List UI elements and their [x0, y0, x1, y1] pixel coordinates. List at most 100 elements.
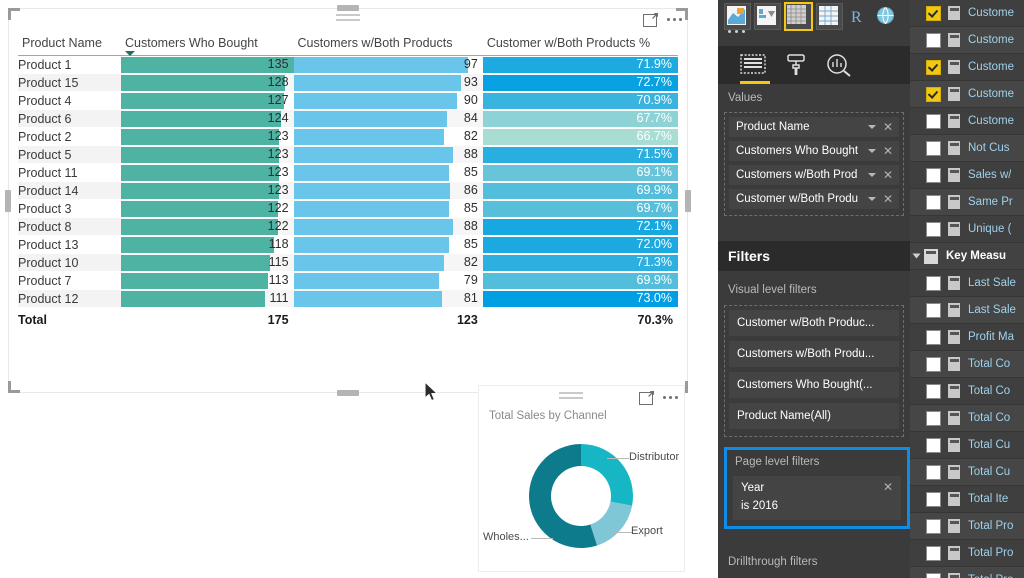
format-tab[interactable]: [782, 52, 816, 82]
field-checkbox[interactable]: [926, 437, 941, 453]
waterfall-chart-icon[interactable]: [754, 3, 781, 30]
field-row[interactable]: Total Co: [910, 378, 1024, 405]
field-checkbox[interactable]: [926, 32, 941, 48]
field-checkbox[interactable]: [926, 572, 941, 578]
field-row[interactable]: Total Pro: [910, 513, 1024, 540]
visual-level-filter-chip[interactable]: Product Name(All): [729, 403, 899, 429]
matrix-visual-icon[interactable]: [784, 2, 813, 31]
more-options-icon[interactable]: [667, 17, 682, 21]
field-row[interactable]: Custome: [910, 54, 1024, 81]
table-row[interactable]: Product 10 115 82 71.3%: [18, 253, 678, 272]
table-row[interactable]: Product 15 128 93 72.7%: [18, 73, 678, 92]
field-checkbox[interactable]: [926, 194, 941, 210]
r-script-visual-icon[interactable]: R: [846, 4, 871, 29]
remove-filter-icon[interactable]: ✕: [883, 480, 893, 494]
table-row[interactable]: Product 11 123 85 69.1%: [18, 163, 678, 182]
field-row[interactable]: Total Ite: [910, 486, 1024, 513]
field-row[interactable]: Custome: [910, 27, 1024, 54]
field-checkbox[interactable]: [926, 410, 941, 426]
visualizations-pane[interactable]: R Values Product Name ✕ Customers Who Bo…: [718, 0, 910, 578]
donut-chart-visual[interactable]: Total Sales by Channel Distributor Expor…: [478, 385, 685, 572]
donut-slice-distributor[interactable]: [581, 444, 633, 506]
report-canvas[interactable]: Product Name Customers Who Bought Custom…: [0, 0, 718, 578]
field-row[interactable]: Last Sale: [910, 297, 1024, 324]
field-checkbox[interactable]: [926, 59, 941, 75]
field-row[interactable]: Custome: [910, 0, 1024, 27]
fields-tab[interactable]: [738, 52, 772, 84]
value-field-chip[interactable]: Customers w/Both Prod ✕: [729, 165, 899, 185]
resize-handle-left[interactable]: [5, 189, 11, 212]
field-checkbox[interactable]: [926, 383, 941, 399]
remove-field-icon[interactable]: ✕: [883, 193, 893, 205]
field-checkbox[interactable]: [926, 356, 941, 372]
more-visuals-icon[interactable]: [728, 30, 745, 33]
pane-tab-bar[interactable]: [718, 46, 910, 84]
field-row[interactable]: Custome: [910, 108, 1024, 135]
visualization-type-row[interactable]: R: [724, 2, 899, 31]
resize-handle-right[interactable]: [685, 189, 691, 212]
column-header-customers-who-bought[interactable]: Customers Who Bought: [121, 36, 294, 56]
field-checkbox[interactable]: [926, 329, 941, 345]
value-field-chip[interactable]: Product Name ✕: [729, 117, 899, 137]
remove-field-icon[interactable]: ✕: [883, 121, 893, 133]
chevron-down-icon[interactable]: [867, 197, 876, 201]
field-group-row[interactable]: Key Measu: [910, 243, 1024, 270]
column-header-customers-w-both-products[interactable]: Customers w/Both Products: [293, 36, 483, 56]
value-field-chip[interactable]: Customer w/Both Produ ✕: [729, 189, 899, 209]
field-checkbox[interactable]: [926, 464, 941, 480]
table-visual[interactable]: Product Name Customers Who Bought Custom…: [5, 5, 691, 396]
table-row[interactable]: Product 4 127 90 70.9%: [18, 91, 678, 110]
drag-handle-icon[interactable]: [336, 14, 360, 24]
values-well[interactable]: Product Name ✕ Customers Who Bought ✕ Custom…: [724, 112, 904, 216]
field-checkbox[interactable]: [926, 302, 941, 318]
field-row[interactable]: Not Cus: [910, 135, 1024, 162]
table-row[interactable]: Product 6 124 84 67.7%: [18, 109, 678, 128]
field-checkbox[interactable]: [926, 86, 941, 102]
column-header-product-name[interactable]: Product Name: [18, 36, 122, 56]
table-visual-icon[interactable]: [816, 3, 843, 30]
field-row[interactable]: Same Pr: [910, 189, 1024, 216]
field-row[interactable]: Profit Ma: [910, 324, 1024, 351]
remove-field-icon[interactable]: ✕: [883, 145, 893, 157]
page-level-filter-card[interactable]: ✕ Year is 2016: [733, 476, 901, 520]
visual-level-filter-chip[interactable]: Customers Who Bought(...: [729, 372, 899, 398]
field-checkbox[interactable]: [926, 221, 941, 237]
table-row[interactable]: Product 5 123 88 71.5%: [18, 145, 678, 164]
field-checkbox[interactable]: [926, 518, 941, 534]
field-checkbox[interactable]: [926, 5, 941, 21]
stacked-area-chart-icon[interactable]: [724, 3, 751, 30]
table-row[interactable]: Product 2 123 82 66.7%: [18, 127, 678, 146]
field-row[interactable]: Total Pro: [910, 540, 1024, 567]
field-checkbox[interactable]: [926, 491, 941, 507]
visual-level-filter-chip[interactable]: Customers w/Both Produ...: [729, 341, 899, 367]
visual-level-filter-chip[interactable]: Customer w/Both Produc...: [729, 310, 899, 336]
field-row[interactable]: Total Pro: [910, 567, 1024, 578]
field-row[interactable]: Sales w/: [910, 162, 1024, 189]
resize-handle-bottom[interactable]: [337, 390, 359, 396]
field-row[interactable]: Total Co: [910, 405, 1024, 432]
column-header-customer-w-both-products-pct[interactable]: Customer w/Both Products %: [482, 36, 678, 56]
arcgis-map-icon[interactable]: [874, 4, 899, 29]
field-row[interactable]: Total Co: [910, 351, 1024, 378]
expand-collapse-icon[interactable]: [912, 253, 921, 259]
table-row[interactable]: Product 14 123 86 69.9%: [18, 181, 678, 200]
field-checkbox[interactable]: [926, 545, 941, 561]
more-options-icon[interactable]: [663, 395, 678, 399]
table-row[interactable]: Product 3 122 85 69.7%: [18, 199, 678, 218]
products-table[interactable]: Product Name Customers Who Bought Custom…: [18, 36, 678, 330]
table-row[interactable]: Product 12 111 81 73.0%: [18, 289, 678, 308]
focus-mode-icon[interactable]: [643, 12, 659, 27]
field-checkbox[interactable]: [926, 113, 941, 129]
analytics-tab[interactable]: [824, 52, 858, 82]
field-row[interactable]: Custome: [910, 81, 1024, 108]
page-level-filters-section[interactable]: Page level filters ✕ Year is 2016: [724, 447, 910, 529]
chevron-down-icon[interactable]: [867, 125, 876, 129]
fields-list-pane[interactable]: Custome Custome Custome Custome Custome Not C…: [910, 0, 1024, 578]
donut-slice-export[interactable]: [590, 501, 633, 546]
visual-level-filters-well[interactable]: Customer w/Both Produc... Customers w/Bot…: [724, 305, 904, 437]
field-row[interactable]: Last Sale: [910, 270, 1024, 297]
field-row[interactable]: Unique (: [910, 216, 1024, 243]
table-row[interactable]: Product 1 135 97 71.9%: [18, 55, 678, 74]
field-row[interactable]: Total Cu: [910, 459, 1024, 486]
table-row[interactable]: Product 13 118 85 72.0%: [18, 235, 678, 254]
